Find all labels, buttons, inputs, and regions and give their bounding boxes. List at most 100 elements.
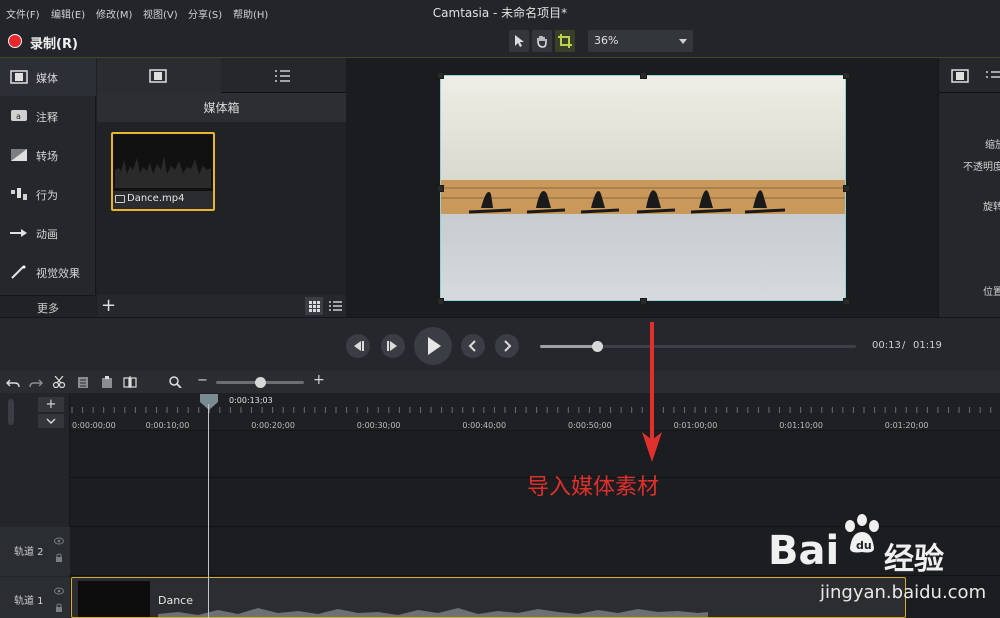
eye-icon[interactable] [54,537,64,545]
add-media-button[interactable]: + [101,295,116,317]
track-name: 轨道 1 [14,596,44,607]
paw-icon: du [845,514,879,553]
crop-icon [558,34,572,48]
sidebar-item-visual-effects[interactable]: 视觉效果 [0,253,96,291]
media-bin-footer: + [97,295,346,317]
resize-handle[interactable] [843,72,850,79]
timeline-zoom-slider[interactable] [216,377,304,388]
annotation-icon: a [11,110,27,121]
redo-icon[interactable] [29,376,43,388]
zoom-select[interactable]: 36% [588,30,693,52]
sidebar-item-behaviors[interactable]: 行为 [0,175,96,213]
window-title: Camtasia - 未命名项目* [432,6,568,20]
sidebar-item-label: 行为 [36,189,58,202]
sidebar-item-label: 转场 [36,150,58,163]
media-bin-title: 媒体箱 [97,93,346,122]
zoom-out-button[interactable]: − [197,373,208,388]
play-button[interactable] [414,327,452,365]
zoom-value: 36% [594,34,619,47]
magic-wand-icon [11,265,26,279]
play-icon [428,337,441,355]
tool-sidebar: 媒体 a 注释 转场 行为 动画 视觉效果 更多 [0,58,96,317]
sidebar-item-label: 动画 [36,228,58,241]
playback-scrubber[interactable] [540,341,856,352]
opacity-label: 不透明度 [963,162,1000,173]
svg-text:du: du [856,539,872,552]
tab-library[interactable] [222,58,346,93]
crop-tool-button[interactable] [555,30,575,52]
track-header-2[interactable]: 轨道 2 [0,527,70,576]
sidebar-item-animations[interactable]: 动画 [0,214,96,252]
pan-tool-button[interactable] [532,30,552,52]
scale-label: 缩放 [985,140,1000,151]
rotation-label: 旋转 [983,202,1000,213]
sidebar-item-media[interactable]: 媒体 [0,58,96,96]
track-header-1[interactable]: 轨道 1 [0,577,70,618]
more-label: 更多 [37,302,59,315]
more-tools-button[interactable]: 更多 [0,295,96,317]
audio-waveform [158,608,708,617]
total-duration: 01:19 [913,340,942,351]
copy-icon[interactable] [76,376,90,388]
sidebar-item-annotations[interactable]: a 注释 [0,97,96,135]
paste-icon[interactable] [100,376,114,388]
cut-icon[interactable] [52,376,66,388]
ruler-label: 0:01:00;00 [673,421,718,430]
tab-media-bin[interactable] [97,58,221,93]
sidebar-item-label: 视觉效果 [36,267,80,280]
track-name: 轨道 2 [14,547,44,558]
film-icon[interactable] [951,69,969,83]
zoom-in-button[interactable]: + [313,372,325,388]
watermark-url: jingyan.baidu.com [820,582,987,603]
transition-icon [11,149,27,161]
list-icon[interactable] [983,69,1000,83]
playhead-handle[interactable] [200,394,218,410]
resize-handle[interactable] [640,298,647,305]
track-options-button[interactable] [38,414,64,428]
ruler-label: 0:00:30;00 [356,421,401,430]
eye-icon[interactable] [54,587,64,595]
clip-name: Dance.mp4 [127,193,185,204]
chevron-down-icon [679,39,687,44]
resize-handle[interactable] [843,298,850,305]
next-clip-button[interactable] [495,334,519,358]
chevron-down-icon [46,418,56,424]
split-icon[interactable] [123,376,137,388]
current-time: 00:13 [872,340,901,351]
annotation-text: 导入媒体素材 [527,475,660,500]
lock-icon[interactable] [55,603,63,612]
position-label: 位置 [983,287,1000,298]
playhead-time: 0:00:13;03 [229,396,273,405]
video-preview[interactable] [440,75,846,301]
resize-handle[interactable] [843,185,850,192]
resize-handle[interactable] [437,72,444,79]
add-track-button[interactable]: + [38,397,64,412]
record-button[interactable]: 录制(R) [30,33,78,52]
ruler-label: 0:01:20;00 [884,421,929,430]
step-forward-button[interactable] [381,334,405,358]
media-clip-dance[interactable]: Dance.mp4 [111,132,215,211]
undo-icon[interactable] [6,376,20,388]
resize-handle[interactable] [437,298,444,305]
scrubber-handle[interactable] [591,341,603,352]
properties-panel: 缩放 不透明度 旋转 位置 [938,58,1000,317]
track-height-slider[interactable] [8,399,14,425]
zoom-slider-handle[interactable] [255,377,266,388]
sidebar-item-transitions[interactable]: 转场 [0,136,96,174]
lock-icon[interactable] [55,553,63,562]
playback-controls: 00:13 / 01:19 [0,317,1000,371]
record-icon[interactable] [8,34,22,48]
resize-handle[interactable] [640,72,647,79]
resize-handle[interactable] [437,185,444,192]
grid-view-button[interactable] [305,297,323,315]
list-view-button[interactable] [326,297,344,315]
animation-icon [10,229,27,237]
chevron-left-icon [468,340,476,352]
step-back-button[interactable] [346,334,370,358]
main-toolbar: 录制(R) 36% [0,24,1000,58]
select-tool-button[interactable] [509,30,529,52]
watermark-brand-cn: 经验 [884,542,944,577]
canvas-area[interactable] [346,58,938,317]
cursor-icon [515,35,524,47]
previous-clip-button[interactable] [461,334,485,358]
